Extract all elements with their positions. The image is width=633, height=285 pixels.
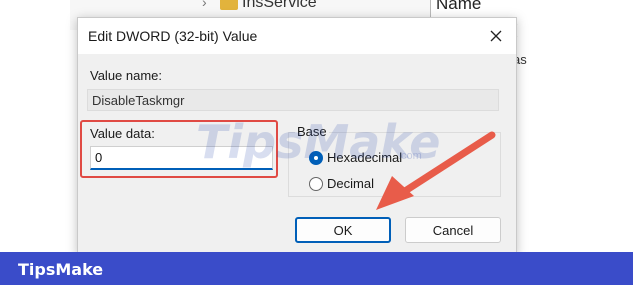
footer-bar: TipsMake: [0, 252, 633, 285]
radio-decimal[interactable]: [309, 177, 323, 191]
footer-brand-logo: TipsMake: [18, 260, 104, 279]
value-name-label: Value name:: [90, 68, 163, 83]
value-data-label: Value data:: [90, 126, 155, 141]
radio-decimal-label[interactable]: Decimal: [327, 176, 374, 191]
folder-icon: [220, 0, 238, 10]
ok-button[interactable]: OK: [295, 217, 391, 243]
column-header-name[interactable]: Name: [436, 0, 481, 14]
dialog-titlebar: Edit DWORD (32-bit) Value: [78, 18, 516, 54]
close-icon: [490, 30, 502, 42]
close-button[interactable]: [484, 24, 508, 48]
watermark-sub: .com: [398, 150, 422, 162]
dialog-title: Edit DWORD (32-bit) Value: [88, 28, 258, 44]
value-name-field: DisableTaskmgr: [87, 89, 499, 111]
tree-item-insservice[interactable]: InsService: [242, 0, 317, 12]
chevron-right-icon[interactable]: ›: [202, 0, 207, 10]
cancel-button[interactable]: Cancel: [405, 217, 501, 243]
